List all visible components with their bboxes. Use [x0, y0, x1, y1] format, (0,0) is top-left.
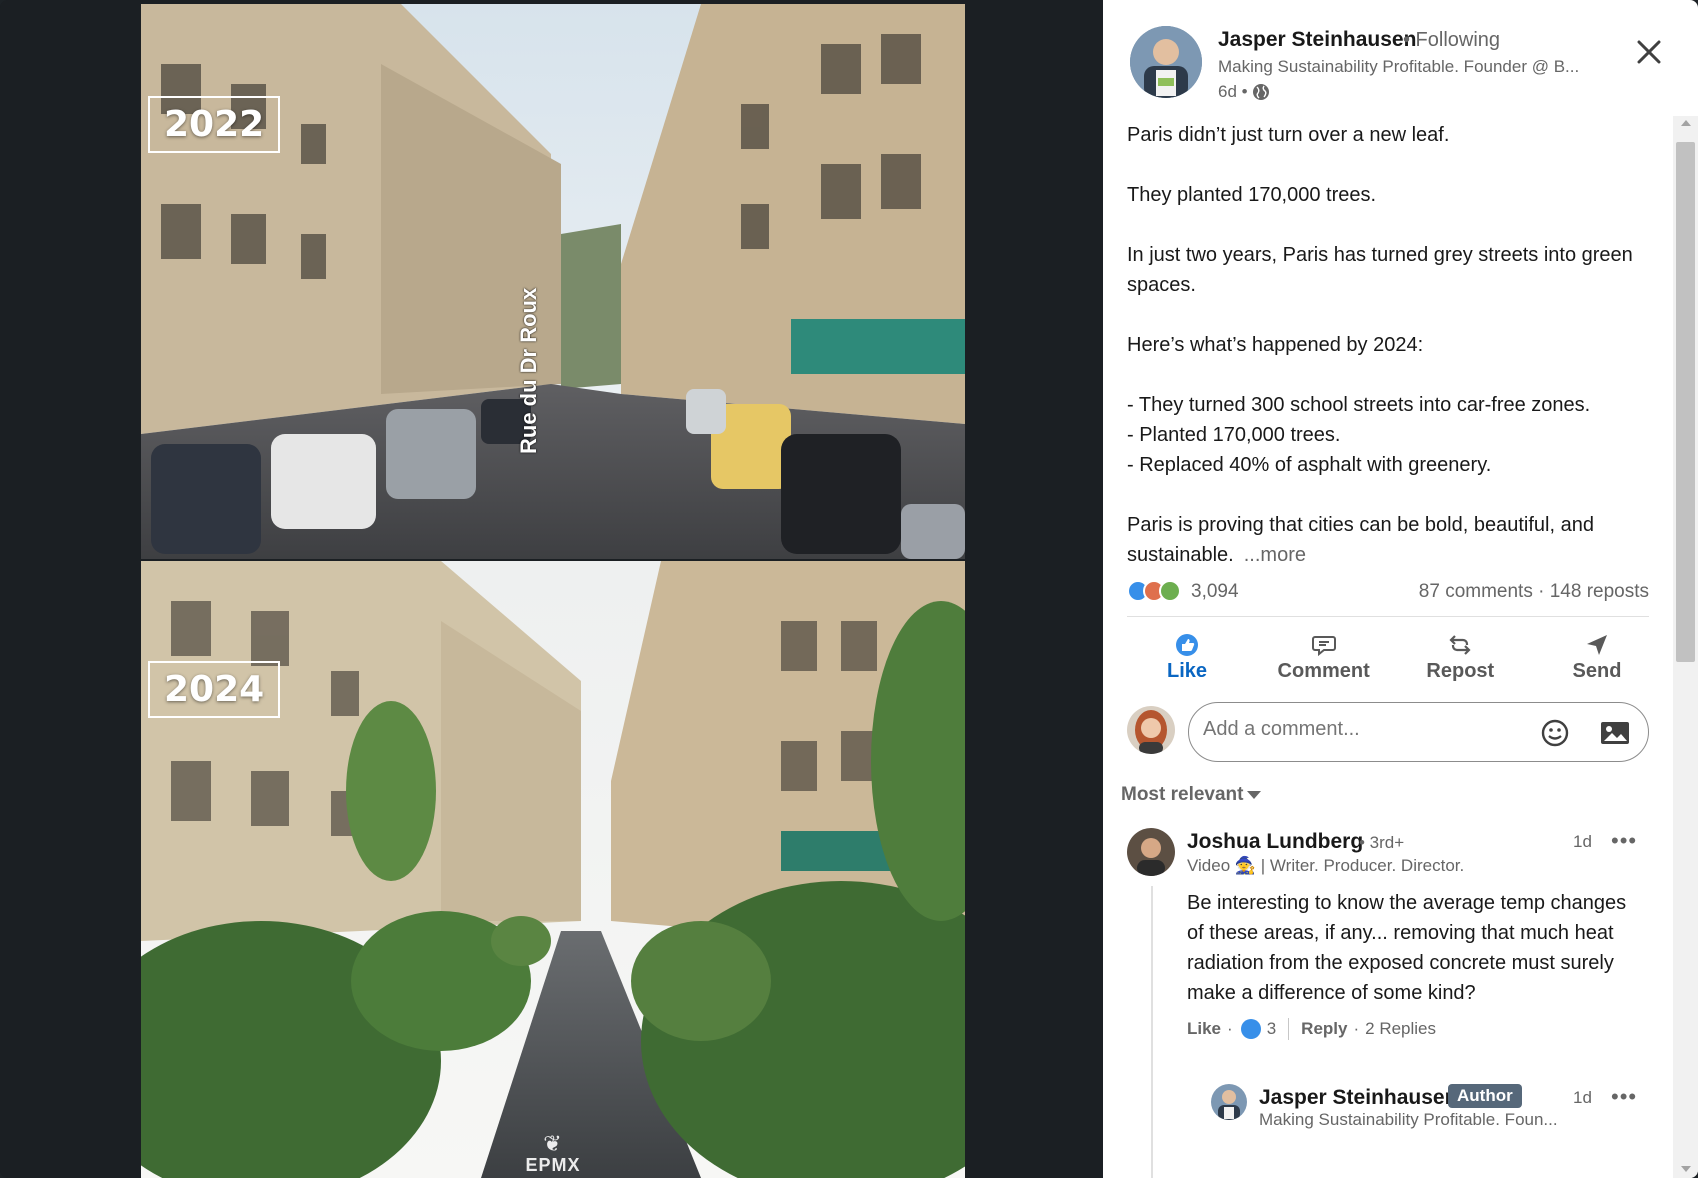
author-badge: Author	[1448, 1084, 1522, 1108]
commenter-avatar[interactable]	[1127, 828, 1175, 876]
photo-2024[interactable]: 2024 ❦ EPMX	[141, 561, 965, 1178]
comment-body: Be interesting to know the average temp …	[1187, 892, 1627, 1004]
post-bullet: - Planted 170,000 trees.	[1127, 424, 1341, 446]
separator-dot: ·	[1227, 1019, 1233, 1038]
author-name[interactable]: Jasper Steinhausen	[1218, 28, 1416, 52]
post-paragraph: Here’s what’s happened by 2024:	[1127, 334, 1424, 356]
post-timestamp: 6d •	[1218, 82, 1270, 102]
post-viewer-modal: 2022 Rue du Dr Roux 2024 ❦ EPMX Jasper S…	[0, 0, 1698, 1178]
current-user-avatar-image	[1127, 706, 1175, 754]
thumbs-up-icon	[1176, 634, 1198, 656]
photo-2022[interactable]: 2022 Rue du Dr Roux	[141, 4, 965, 559]
reply-author-headline: Making Sustainability Profitable. Foun..…	[1259, 1110, 1558, 1129]
comment-like-button[interactable]: Like	[1187, 1019, 1221, 1039]
current-user-avatar	[1127, 706, 1175, 754]
close-icon	[1637, 40, 1661, 64]
caret-down-icon	[1247, 791, 1262, 799]
comment-like-count[interactable]: 3	[1267, 1019, 1276, 1039]
comment-more-options-icon[interactable]: •••	[1611, 828, 1637, 854]
divider	[1288, 1018, 1290, 1040]
reply-author-name[interactable]: Jasper Steinhausen	[1259, 1086, 1457, 1110]
author-avatar[interactable]	[1130, 26, 1202, 98]
street-sign-text: Rue du Dr Roux	[516, 287, 541, 454]
reaction-icons[interactable]	[1127, 580, 1181, 602]
following-status: • Following	[1403, 29, 1501, 51]
emoji-icon	[1541, 719, 1569, 747]
like-count-icon	[1240, 1019, 1261, 1039]
separator-dot: ·	[1353, 1019, 1360, 1038]
post-closing: Paris is proving that cities can be bold…	[1127, 510, 1657, 570]
post-header: Jasper Steinhausen • Following Making Su…	[1103, 0, 1698, 116]
commenter-name[interactable]: Joshua Lundberg	[1187, 830, 1363, 854]
watermark-tree-icon: ❦	[543, 1131, 563, 1156]
scrollbar-thumb[interactable]	[1676, 142, 1695, 662]
commenter-headline: Video 🧙 | Writer. Producer. Director.	[1187, 856, 1465, 875]
year-label-2022: 2022	[148, 96, 281, 153]
like-button[interactable]: Like	[1127, 626, 1247, 696]
connection-degree: • 3rd+	[1359, 833, 1405, 852]
add-photo-button[interactable]	[1599, 718, 1631, 748]
watermark: ❦ EPMX	[525, 1133, 580, 1176]
post-paragraph: In just two years, Paris has turned grey…	[1127, 244, 1633, 296]
author-avatar-image	[1130, 26, 1202, 98]
post-time: 6d •	[1218, 82, 1248, 101]
close-button[interactable]	[1631, 34, 1667, 70]
comment-input[interactable]	[1203, 718, 1523, 741]
scroll-up-arrow-icon[interactable]	[1681, 120, 1691, 126]
post-body: Paris didn’t just turn over a new leaf. …	[1127, 120, 1657, 570]
comment-button[interactable]: Comment	[1264, 626, 1384, 696]
like-label: Like	[1166, 660, 1208, 682]
repost-label: Repost	[1426, 660, 1495, 682]
replies-count-link[interactable]: 2 Replies	[1365, 1019, 1436, 1039]
watermark-text: EPMX	[525, 1155, 581, 1175]
post-bullet: - Replaced 40% of asphalt with greenery.	[1127, 454, 1492, 476]
comment-input-box[interactable]	[1188, 702, 1649, 762]
emoji-button[interactable]	[1539, 717, 1571, 749]
sort-label: Most relevant	[1121, 784, 1244, 805]
post-closing-text: Paris is proving that cities can be bold…	[1127, 514, 1594, 566]
street-photo-2024	[141, 561, 965, 1178]
sort-dropdown[interactable]: Most relevant	[1121, 784, 1262, 806]
image-icon	[1601, 722, 1629, 744]
comments-reposts-count[interactable]: 87 comments · 148 reposts	[1419, 581, 1649, 603]
street-photo-2022	[141, 4, 965, 559]
scroll-down-arrow-icon[interactable]	[1681, 1166, 1691, 1172]
reply-button[interactable]: Reply	[1301, 1019, 1347, 1039]
send-button[interactable]: Send	[1537, 626, 1657, 696]
reply-time: 1d	[1573, 1088, 1592, 1107]
support-reaction-icon	[1159, 580, 1181, 602]
repost-icon	[1449, 635, 1471, 655]
year-label-2024: 2024	[148, 661, 281, 718]
divider	[1127, 616, 1649, 617]
reaction-count[interactable]: 3,094	[1191, 581, 1239, 603]
thread-line	[1151, 886, 1153, 1178]
post-image-area: 2022 Rue du Dr Roux 2024 ❦ EPMX	[0, 0, 1103, 1178]
see-more-link[interactable]: ...more	[1244, 544, 1306, 566]
post-paragraph: Paris didn’t just turn over a new leaf.	[1127, 124, 1450, 146]
reply-more-options-icon[interactable]: •••	[1611, 1084, 1637, 1110]
post-bullet: - They turned 300 school streets into ca…	[1127, 394, 1591, 416]
comment-time: 1d	[1573, 832, 1592, 851]
post-details-panel: Jasper Steinhausen • Following Making Su…	[1103, 0, 1698, 1178]
globe-icon	[1252, 84, 1269, 100]
post-actions: Like Comment Repost Send	[1127, 626, 1657, 696]
send-icon	[1586, 635, 1607, 655]
reply-author-avatar-image	[1211, 1084, 1247, 1120]
reply-author-avatar[interactable]	[1211, 1084, 1247, 1120]
repost-button[interactable]: Repost	[1400, 626, 1520, 696]
author-headline: Making Sustainability Profitable. Founde…	[1218, 57, 1580, 76]
comment-actions: Like · 3 Reply · 2 Replies	[1187, 1018, 1436, 1040]
commenter-avatar-image	[1127, 828, 1175, 876]
post-paragraph: They planted 170,000 trees.	[1127, 184, 1377, 206]
post-scroll-area[interactable]: Paris didn’t just turn over a new leaf. …	[1103, 116, 1673, 1178]
comment-icon	[1311, 636, 1336, 657]
scrollbar[interactable]	[1673, 116, 1698, 1178]
comment-label: Comment	[1277, 660, 1370, 682]
send-label: Send	[1572, 660, 1622, 682]
social-counts: 3,094 87 comments · 148 reposts	[1127, 578, 1649, 608]
